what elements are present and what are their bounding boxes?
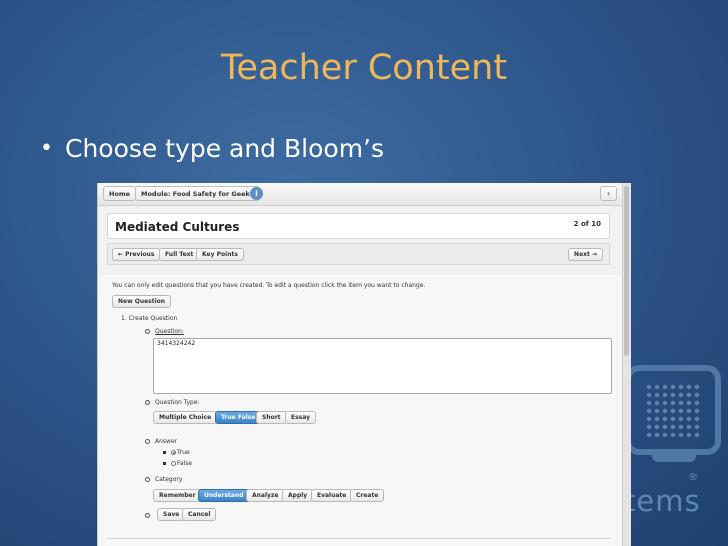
answer-true-label: True xyxy=(177,449,190,456)
watermark-text: tems xyxy=(624,484,701,518)
edit-info-text: You can only edit questions that you hav… xyxy=(112,282,426,289)
page-indicator: 2 of 10 xyxy=(573,220,601,228)
list-circle xyxy=(145,439,150,444)
answer-false-label: False xyxy=(177,460,193,467)
category-item: Category xyxy=(145,476,182,483)
category-analyze-button[interactable]: Analyze xyxy=(246,489,285,502)
cancel-button[interactable]: Cancel xyxy=(182,508,217,521)
question-input[interactable]: 3414324242 xyxy=(153,338,612,394)
answer-false-option[interactable]: False xyxy=(163,460,192,467)
question-type-label: Question Type: xyxy=(155,399,200,406)
divider xyxy=(107,538,610,539)
answer-label: Answer xyxy=(155,438,178,445)
list-circle xyxy=(145,400,150,405)
category-create-button[interactable]: Create xyxy=(350,489,385,502)
nav-bar: ← Previous Full Text Key Points Next → xyxy=(107,243,610,265)
content-header: Mediated Cultures 2 of 10 xyxy=(107,213,610,239)
list-square xyxy=(163,462,166,465)
slide-bullet: • Choose type and Bloom’s xyxy=(40,134,384,163)
next-button[interactable]: Next → xyxy=(568,248,603,261)
answer-false-radio[interactable] xyxy=(171,461,176,466)
watermark-dots-icon xyxy=(645,383,701,437)
question-label: Question: xyxy=(155,328,184,335)
watermark-registered: ® xyxy=(688,472,698,483)
slide-title: Teacher Content xyxy=(220,48,508,88)
page-title: Mediated Cultures xyxy=(115,220,240,234)
question-type-item: Question Type: xyxy=(145,399,200,406)
breadcrumb-home[interactable]: Home xyxy=(103,186,137,201)
previous-button[interactable]: ← Previous xyxy=(112,248,161,261)
key-points-button[interactable]: Key Points xyxy=(196,248,244,261)
list-circle xyxy=(145,513,150,518)
category-remember-button[interactable]: Remember xyxy=(153,489,202,502)
scrollbar[interactable] xyxy=(622,183,631,546)
app-window: Home Module: Food Safety for Geeks i ‹ M… xyxy=(97,183,631,546)
type-short-button[interactable]: Short xyxy=(256,411,287,424)
info-icon[interactable]: i xyxy=(250,187,263,200)
answer-true-radio[interactable] xyxy=(171,450,176,455)
question-editor: You can only edit questions that you hav… xyxy=(98,275,623,546)
category-apply-button[interactable]: Apply xyxy=(282,489,314,502)
answer-true-option[interactable]: True xyxy=(163,449,190,456)
scrollbar-thumb[interactable] xyxy=(624,186,629,356)
watermark-stand xyxy=(652,452,696,462)
answer-item: Answer xyxy=(145,438,177,445)
bullet-dot: • xyxy=(40,136,53,161)
type-multiple-choice-button[interactable]: Multiple Choice xyxy=(153,411,218,424)
list-square xyxy=(163,451,166,454)
bullet-text: Choose type and Bloom’s xyxy=(64,134,385,163)
list-circle xyxy=(145,329,150,334)
category-label: Category xyxy=(155,476,183,483)
question-item: Question: xyxy=(145,328,184,335)
top-bar: Home Module: Food Safety for Geeks i ‹ xyxy=(98,183,631,206)
back-icon[interactable]: ‹ xyxy=(600,186,617,201)
full-text-button[interactable]: Full Text xyxy=(159,248,200,261)
category-evaluate-button[interactable]: Evaluate xyxy=(311,489,353,502)
step-label: 1. Create Question xyxy=(121,315,178,322)
type-true-false-button[interactable]: True False xyxy=(215,411,262,424)
breadcrumb-module[interactable]: Module: Food Safety for Geeks xyxy=(135,186,260,201)
category-understand-button[interactable]: Understand xyxy=(198,489,250,502)
actions-item xyxy=(145,512,155,519)
new-question-button[interactable]: New Question xyxy=(112,295,172,308)
type-essay-button[interactable]: Essay xyxy=(285,411,317,424)
list-circle xyxy=(145,477,150,482)
